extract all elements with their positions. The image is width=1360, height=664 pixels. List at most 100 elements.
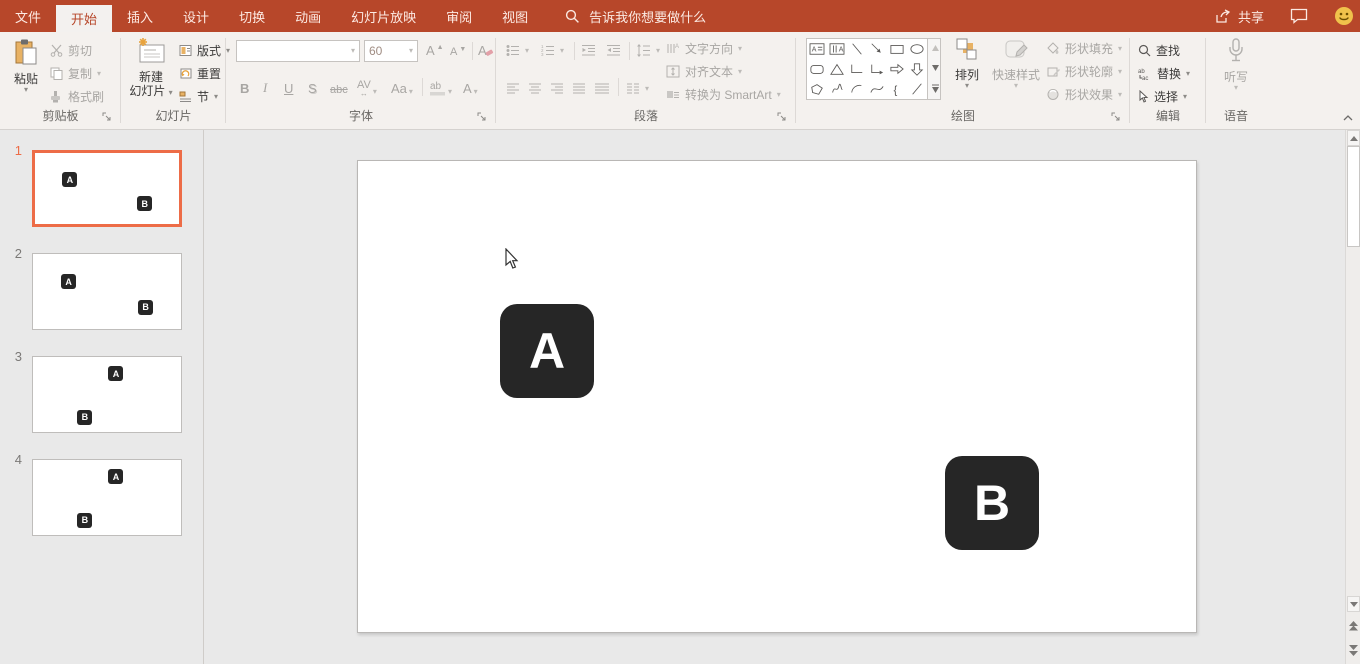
shape-line-icon[interactable] — [849, 42, 865, 56]
line-spacing-button[interactable]: ▾ — [636, 40, 660, 61]
shape-scribble-icon[interactable] — [829, 82, 845, 96]
shape-effects-button[interactable]: 形状效果 ▾ — [1046, 84, 1122, 105]
grow-font-button[interactable]: A▲ — [426, 38, 444, 60]
shape-outline-button[interactable]: 形状轮廓 ▾ — [1046, 61, 1122, 82]
decrease-indent-button[interactable] — [581, 40, 596, 61]
select-button[interactable]: 选择 ▾ — [1138, 86, 1187, 107]
bold-button[interactable]: B — [240, 76, 249, 98]
character-spacing-button[interactable]: AV ↔ ▾ — [357, 76, 377, 98]
font-size-combobox[interactable]: 60 ▾ — [364, 40, 418, 62]
paste-button[interactable]: 粘贴 ▾ — [8, 38, 44, 94]
columns-button[interactable]: ▾ — [626, 78, 649, 99]
clear-formatting-button[interactable]: A — [478, 38, 494, 60]
canvas-shape-b[interactable]: B — [945, 456, 1039, 550]
slide-3-thumbnail[interactable]: A B — [32, 356, 182, 433]
text-direction-label: 文字方向 — [685, 40, 733, 57]
numbering-button[interactable]: 123 ▾ — [541, 40, 564, 61]
shape-elbow-connector-icon[interactable] — [849, 62, 865, 76]
underline-glyph: U — [284, 81, 293, 96]
shape-vertical-textbox-icon[interactable]: A — [829, 42, 845, 56]
convert-smartart-button[interactable]: 转换为 SmartArt ▾ — [666, 84, 781, 105]
font-color-button[interactable]: A▾ — [463, 76, 478, 98]
reset-button[interactable]: 重置 — [179, 63, 221, 84]
tab-animations[interactable]: 动画 — [280, 0, 336, 32]
paragraph-dialog-launcher[interactable] — [777, 112, 787, 122]
section-button[interactable]: 节 ▾ — [179, 86, 218, 107]
align-left-button[interactable] — [506, 78, 520, 99]
tab-view[interactable]: 视图 — [487, 0, 543, 32]
tab-transitions[interactable]: 切换 — [224, 0, 280, 32]
scroll-up-button[interactable] — [1347, 130, 1360, 146]
slide-canvas[interactable]: A B — [357, 160, 1197, 633]
shape-fill-button[interactable]: 形状填充 ▾ — [1046, 38, 1122, 59]
strikethrough-button[interactable]: abc — [330, 76, 348, 98]
scroll-down-button[interactable] — [1347, 596, 1360, 612]
cut-button[interactable]: 剪切 — [50, 40, 92, 61]
font-dialog-launcher[interactable] — [477, 112, 487, 122]
layout-button[interactable]: 版式 ▾ — [179, 40, 230, 61]
share-button[interactable]: 共享 — [1215, 7, 1264, 26]
shape-rounded-rectangle-icon[interactable] — [809, 62, 825, 76]
slide-2-thumbnail[interactable]: A B — [32, 253, 182, 330]
shrink-font-button[interactable]: A▼ — [450, 38, 466, 60]
drawing-dialog-launcher[interactable] — [1111, 112, 1121, 122]
find-button[interactable]: 查找 — [1138, 40, 1180, 61]
shape-triangle-icon[interactable] — [829, 62, 845, 76]
collapse-ribbon-button[interactable] — [1340, 111, 1356, 125]
bullets-button[interactable]: ▾ — [506, 40, 529, 61]
canvas-shape-a[interactable]: A — [500, 304, 594, 398]
slide-4-thumbnail[interactable]: A B — [32, 459, 182, 536]
slide-1-thumbnail[interactable]: A B — [32, 150, 182, 227]
align-center-button[interactable] — [528, 78, 542, 99]
font-name-combobox[interactable]: ▾ — [236, 40, 360, 62]
shapes-gallery[interactable]: A A { — [806, 38, 928, 100]
shapes-gallery-more-button[interactable] — [929, 80, 942, 96]
tab-home[interactable]: 开始 — [56, 5, 112, 32]
clear-formatting-icon: A — [478, 43, 494, 58]
tab-file[interactable]: 文件 — [0, 0, 56, 32]
arrange-button[interactable]: 排列 ▾ — [948, 38, 986, 90]
italic-button[interactable]: I — [263, 76, 267, 98]
shape-arrow-icon[interactable] — [869, 42, 885, 56]
underline-button[interactable]: U — [284, 76, 293, 98]
text-direction-button[interactable]: A 文字方向 ▾ — [666, 38, 742, 59]
previous-slide-button[interactable] — [1347, 618, 1360, 634]
scrollbar-thumb[interactable] — [1347, 146, 1360, 247]
clipboard-dialog-launcher[interactable] — [102, 112, 112, 122]
text-shadow-button[interactable]: S — [308, 76, 317, 98]
shapes-scroll-up-button[interactable] — [929, 40, 942, 56]
shape-right-arrow-icon[interactable] — [889, 62, 905, 76]
dictate-button[interactable]: 听写 ▾ — [1214, 38, 1258, 92]
highlight-color-button[interactable]: ab ▾ — [430, 76, 452, 98]
shapes-scroll-down-button[interactable] — [929, 60, 942, 76]
shape-curve-icon[interactable] — [869, 82, 885, 96]
align-text-button[interactable]: 对齐文本 ▾ — [666, 61, 742, 82]
shape-diagonal-line-icon[interactable] — [909, 82, 925, 96]
tab-insert[interactable]: 插入 — [112, 0, 168, 32]
tab-design[interactable]: 设计 — [168, 0, 224, 32]
tab-review[interactable]: 审阅 — [431, 0, 487, 32]
next-slide-button[interactable] — [1347, 642, 1360, 658]
tab-slideshow[interactable]: 幻灯片放映 — [336, 0, 431, 32]
copy-button[interactable]: 复制 ▾ — [50, 63, 101, 84]
comments-button[interactable] — [1290, 8, 1308, 24]
quick-styles-button[interactable]: 快速样式 ▾ — [990, 38, 1042, 90]
change-case-button[interactable]: Aa▾ — [391, 76, 413, 98]
shape-freeform-icon[interactable] — [809, 82, 825, 96]
align-right-button[interactable] — [550, 78, 564, 99]
increase-indent-button[interactable] — [606, 40, 621, 61]
account-avatar[interactable] — [1334, 6, 1354, 26]
shape-textbox-icon[interactable]: A — [809, 42, 825, 56]
shape-oval-icon[interactable] — [909, 42, 925, 56]
shape-down-arrow-icon[interactable] — [909, 62, 925, 76]
justify-button[interactable] — [572, 78, 586, 99]
shape-rectangle-icon[interactable] — [889, 42, 905, 56]
shape-arc-icon[interactable] — [849, 82, 865, 96]
tell-me-search[interactable]: 告诉我你想要做什么 — [565, 0, 706, 32]
format-painter-button[interactable]: 格式刷 — [50, 86, 104, 107]
shape-brace-icon[interactable]: { — [889, 82, 905, 96]
replace-button[interactable]: abac 替换 ▾ — [1138, 63, 1190, 84]
shape-elbow-arrow-connector-icon[interactable] — [869, 62, 885, 76]
new-slide-button[interactable]: 新建 幻灯片 ▾ — [127, 38, 175, 98]
distribute-button[interactable] — [594, 78, 610, 99]
